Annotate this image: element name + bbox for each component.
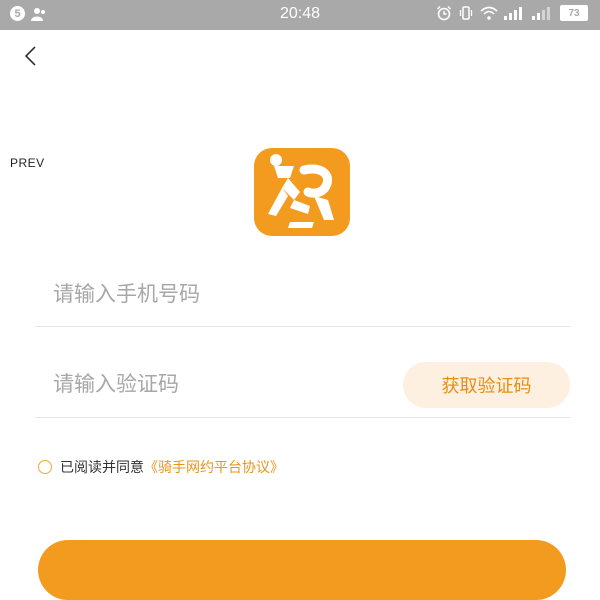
vibrate-icon bbox=[459, 6, 473, 20]
status-bar: 5 20:48 73 bbox=[0, 0, 600, 30]
agreement-row: 已阅读并同意 《骑手网约平台协议》 bbox=[38, 457, 284, 477]
verification-code-input[interactable] bbox=[53, 364, 373, 404]
agreement-text: 已阅读并同意 bbox=[60, 460, 144, 476]
get-code-button[interactable]: 获取验证码 bbox=[403, 362, 570, 408]
login-button[interactable] bbox=[38, 540, 566, 600]
status-right: 73 bbox=[436, 5, 588, 21]
alarm-icon bbox=[436, 5, 452, 21]
wifi-icon bbox=[480, 6, 498, 20]
agreement-link[interactable]: 《骑手网约平台协议》 bbox=[144, 457, 284, 477]
agreement-radio[interactable] bbox=[38, 460, 52, 474]
signal-icon bbox=[504, 7, 522, 20]
signal-icon-secondary bbox=[532, 7, 550, 20]
battery-icon: 73 bbox=[560, 5, 588, 21]
app-logo-icon bbox=[254, 148, 350, 236]
phone-input[interactable] bbox=[53, 274, 373, 314]
prev-label: PREV bbox=[10, 156, 45, 170]
phone-input-divider bbox=[35, 326, 570, 327]
back-chevron-icon[interactable] bbox=[20, 44, 44, 68]
code-input-divider bbox=[35, 417, 570, 418]
